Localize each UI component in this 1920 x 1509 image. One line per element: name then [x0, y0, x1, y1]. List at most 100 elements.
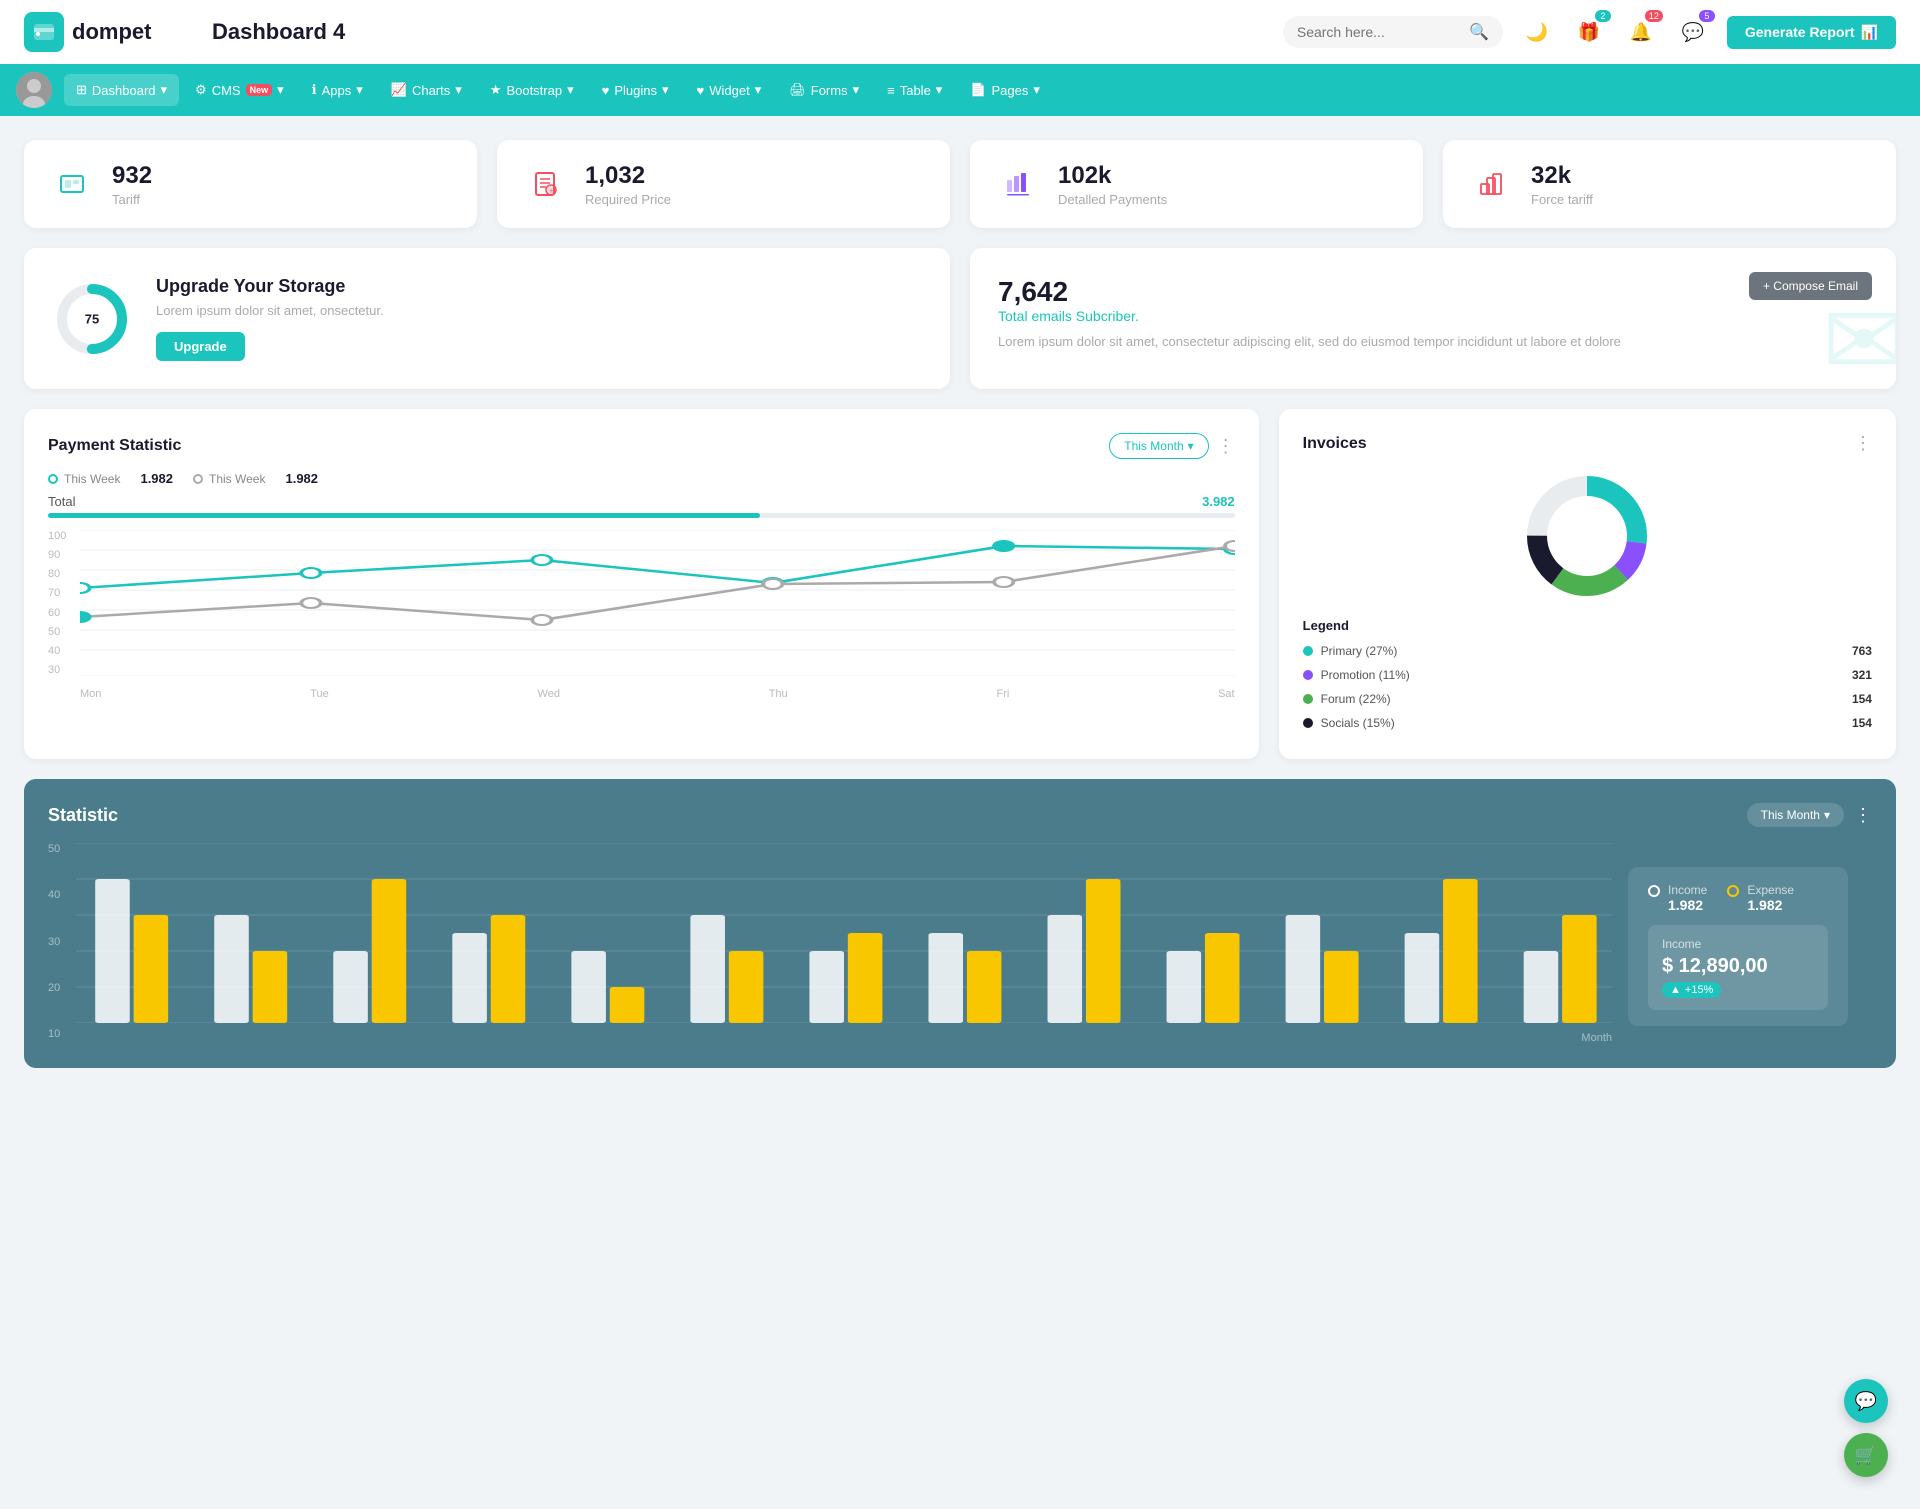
- chevron-down-icon-plugins: ▾: [662, 82, 669, 98]
- nav-item-bootstrap[interactable]: ★ Bootstrap ▾: [478, 74, 586, 106]
- generate-report-button[interactable]: Generate Report 📊: [1727, 16, 1896, 49]
- gift-icon: 🎁: [1578, 22, 1600, 43]
- chevron-down-icon-month: ▾: [1188, 439, 1194, 453]
- income-item: Income 1.982: [1648, 883, 1707, 913]
- nav-label-widget: Widget: [709, 83, 749, 98]
- cart-fab[interactable]: 🛒: [1844, 1433, 1888, 1477]
- nav-label-apps: Apps: [322, 83, 352, 98]
- email-card: + Compose Email 7,642 Total emails Subcr…: [970, 248, 1896, 389]
- moon-icon: 🌙: [1526, 22, 1548, 43]
- chevron-down-icon-apps: ▾: [356, 82, 363, 98]
- payment-legend: This Week 1.982 This Week 1.982: [48, 471, 1235, 486]
- invoices-menu-button[interactable]: ⋮: [1854, 433, 1872, 454]
- income-amount: $ 12,890,00: [1662, 955, 1814, 978]
- legend-item-2: This Week: [193, 471, 265, 486]
- nav-bar: ⊞ Dashboard ▾ ⚙ CMS New ▾ ℹ Apps ▾ 📈 Cha…: [0, 64, 1920, 116]
- promo-val: 321: [1852, 668, 1872, 682]
- total-label: Total: [48, 494, 75, 509]
- primary-label: Primary (27%): [1321, 644, 1398, 658]
- charts-icon: 📈: [391, 82, 407, 98]
- this-month-button[interactable]: This Month ▾: [1109, 433, 1208, 459]
- payments-value: 102k: [1058, 162, 1167, 190]
- dashboard-icon: ⊞: [76, 82, 87, 98]
- legend-dot-2: [193, 474, 203, 484]
- upgrade-button[interactable]: Upgrade: [156, 332, 245, 361]
- bootstrap-icon: ★: [490, 82, 502, 98]
- nav-item-widget[interactable]: ♥ Widget ▾: [685, 74, 774, 106]
- storage-desc: Lorem ipsum dolor sit amet, onsectetur.: [156, 303, 384, 318]
- payment-menu-button[interactable]: ⋮: [1217, 436, 1235, 457]
- statistic-menu-button[interactable]: ⋮: [1854, 805, 1872, 826]
- support-icon: 💬: [1855, 1391, 1877, 1412]
- table-icon: ≡: [887, 83, 895, 98]
- main-content: 932 Tariff + 1,032 Required Price: [0, 116, 1920, 1092]
- nav-item-apps[interactable]: ℹ Apps ▾: [300, 74, 375, 106]
- apps-icon: ℹ: [312, 82, 317, 98]
- storage-card: 75 Upgrade Your Storage Lorem ipsum dolo…: [24, 248, 950, 389]
- stat-card-price: + 1,032 Required Price: [497, 140, 950, 228]
- nav-item-forms[interactable]: 🖨 Forms ▾: [777, 74, 871, 106]
- stat-card-tariff: 932 Tariff: [24, 140, 477, 228]
- logo-icon: [24, 12, 64, 52]
- nav-item-plugins[interactable]: ♥ Plugins ▾: [590, 74, 681, 106]
- header: dompet Dashboard 4 🔍 🌙 🎁 2 🔔 12 💬 5 Gene…: [0, 0, 1920, 64]
- expense-item: Expense 1.982: [1727, 883, 1794, 913]
- page-title: Dashboard 4: [212, 19, 1267, 45]
- statistic-header: Statistic This Month ▾ ⋮: [48, 803, 1872, 827]
- nav-item-charts[interactable]: 📈 Charts ▾: [379, 74, 474, 106]
- stat-y-labels: 50 40 30 20 10: [48, 843, 60, 1044]
- stat-card-payments: 102k Detalled Payments: [970, 140, 1423, 228]
- email-count: 7,642: [998, 276, 1868, 308]
- chart-svg-area: [80, 530, 1235, 676]
- primary-dot: [1303, 646, 1313, 656]
- payment-title: Payment Statistic: [48, 437, 181, 455]
- force-info: 32k Force tariff: [1531, 162, 1593, 207]
- statistic-controls: This Month ▾ ⋮: [1747, 803, 1872, 827]
- chevron-down-icon-pages: ▾: [1033, 82, 1040, 98]
- tariff-label: Tariff: [112, 192, 152, 207]
- widget-icon: ♥: [697, 83, 705, 98]
- svg-text:+: +: [549, 188, 553, 195]
- nav-item-cms[interactable]: ⚙ CMS New ▾: [183, 74, 296, 106]
- chevron-down-icon-widget: ▾: [755, 82, 762, 98]
- y-axis-labels: 100 90 80 70 60 50 40 30: [48, 530, 76, 676]
- this-month-label: This Month: [1124, 439, 1183, 453]
- invoices-donut: [1303, 466, 1872, 606]
- promo-dot: [1303, 670, 1313, 680]
- payments-info: 102k Detalled Payments: [1058, 162, 1167, 207]
- statistic-month-button[interactable]: This Month ▾: [1747, 803, 1844, 827]
- price-value: 1,032: [585, 162, 671, 190]
- socials-label: Socials (15%): [1321, 716, 1395, 730]
- nav-item-pages[interactable]: 📄 Pages ▾: [958, 74, 1052, 106]
- income-detail-panel: Income $ 12,890,00 ▲ +15%: [1648, 925, 1828, 1010]
- up-arrow-icon: ▲: [1670, 984, 1681, 996]
- support-fab[interactable]: 💬: [1844, 1379, 1888, 1423]
- bar-chart-wrapper: Month: [76, 843, 1612, 1044]
- chat-btn[interactable]: 💬 5: [1675, 14, 1711, 50]
- search-input[interactable]: [1297, 24, 1461, 40]
- legend-socials: Socials (15%) 154: [1303, 711, 1872, 735]
- chat-icon: 💬: [1682, 22, 1704, 43]
- income-expense-panel: Income 1.982 Expense 1.982 Income $: [1628, 867, 1848, 1026]
- legend-val-2: 1.982: [285, 471, 318, 486]
- gift-btn[interactable]: 🎁 2: [1571, 14, 1607, 50]
- logo-area: dompet: [24, 12, 184, 52]
- forum-val: 154: [1852, 692, 1872, 706]
- search-box[interactable]: 🔍: [1283, 16, 1503, 48]
- price-info: 1,032 Required Price: [585, 162, 671, 207]
- bell-btn[interactable]: 🔔 12: [1623, 14, 1659, 50]
- nav-item-table[interactable]: ≡ Table ▾: [875, 74, 954, 106]
- logo-text: dompet: [72, 19, 151, 45]
- stats-row: 932 Tariff + 1,032 Required Price: [24, 140, 1896, 228]
- nav-item-dashboard[interactable]: ⊞ Dashboard ▾: [64, 74, 179, 106]
- plugins-icon: ♥: [602, 83, 610, 98]
- chevron-down-icon: ▾: [161, 82, 168, 98]
- statistic-month-label: This Month: [1761, 808, 1820, 822]
- invoices-legend: Legend Primary (27%) 763 Promotion (11%)…: [1303, 618, 1872, 735]
- moon-btn[interactable]: 🌙: [1519, 14, 1555, 50]
- payments-label: Detalled Payments: [1058, 192, 1167, 207]
- mid-row: 75 Upgrade Your Storage Lorem ipsum dolo…: [24, 248, 1896, 389]
- legend-forum: Forum (22%) 154: [1303, 687, 1872, 711]
- chat-badge: 5: [1699, 10, 1715, 22]
- payments-icon: [994, 160, 1042, 208]
